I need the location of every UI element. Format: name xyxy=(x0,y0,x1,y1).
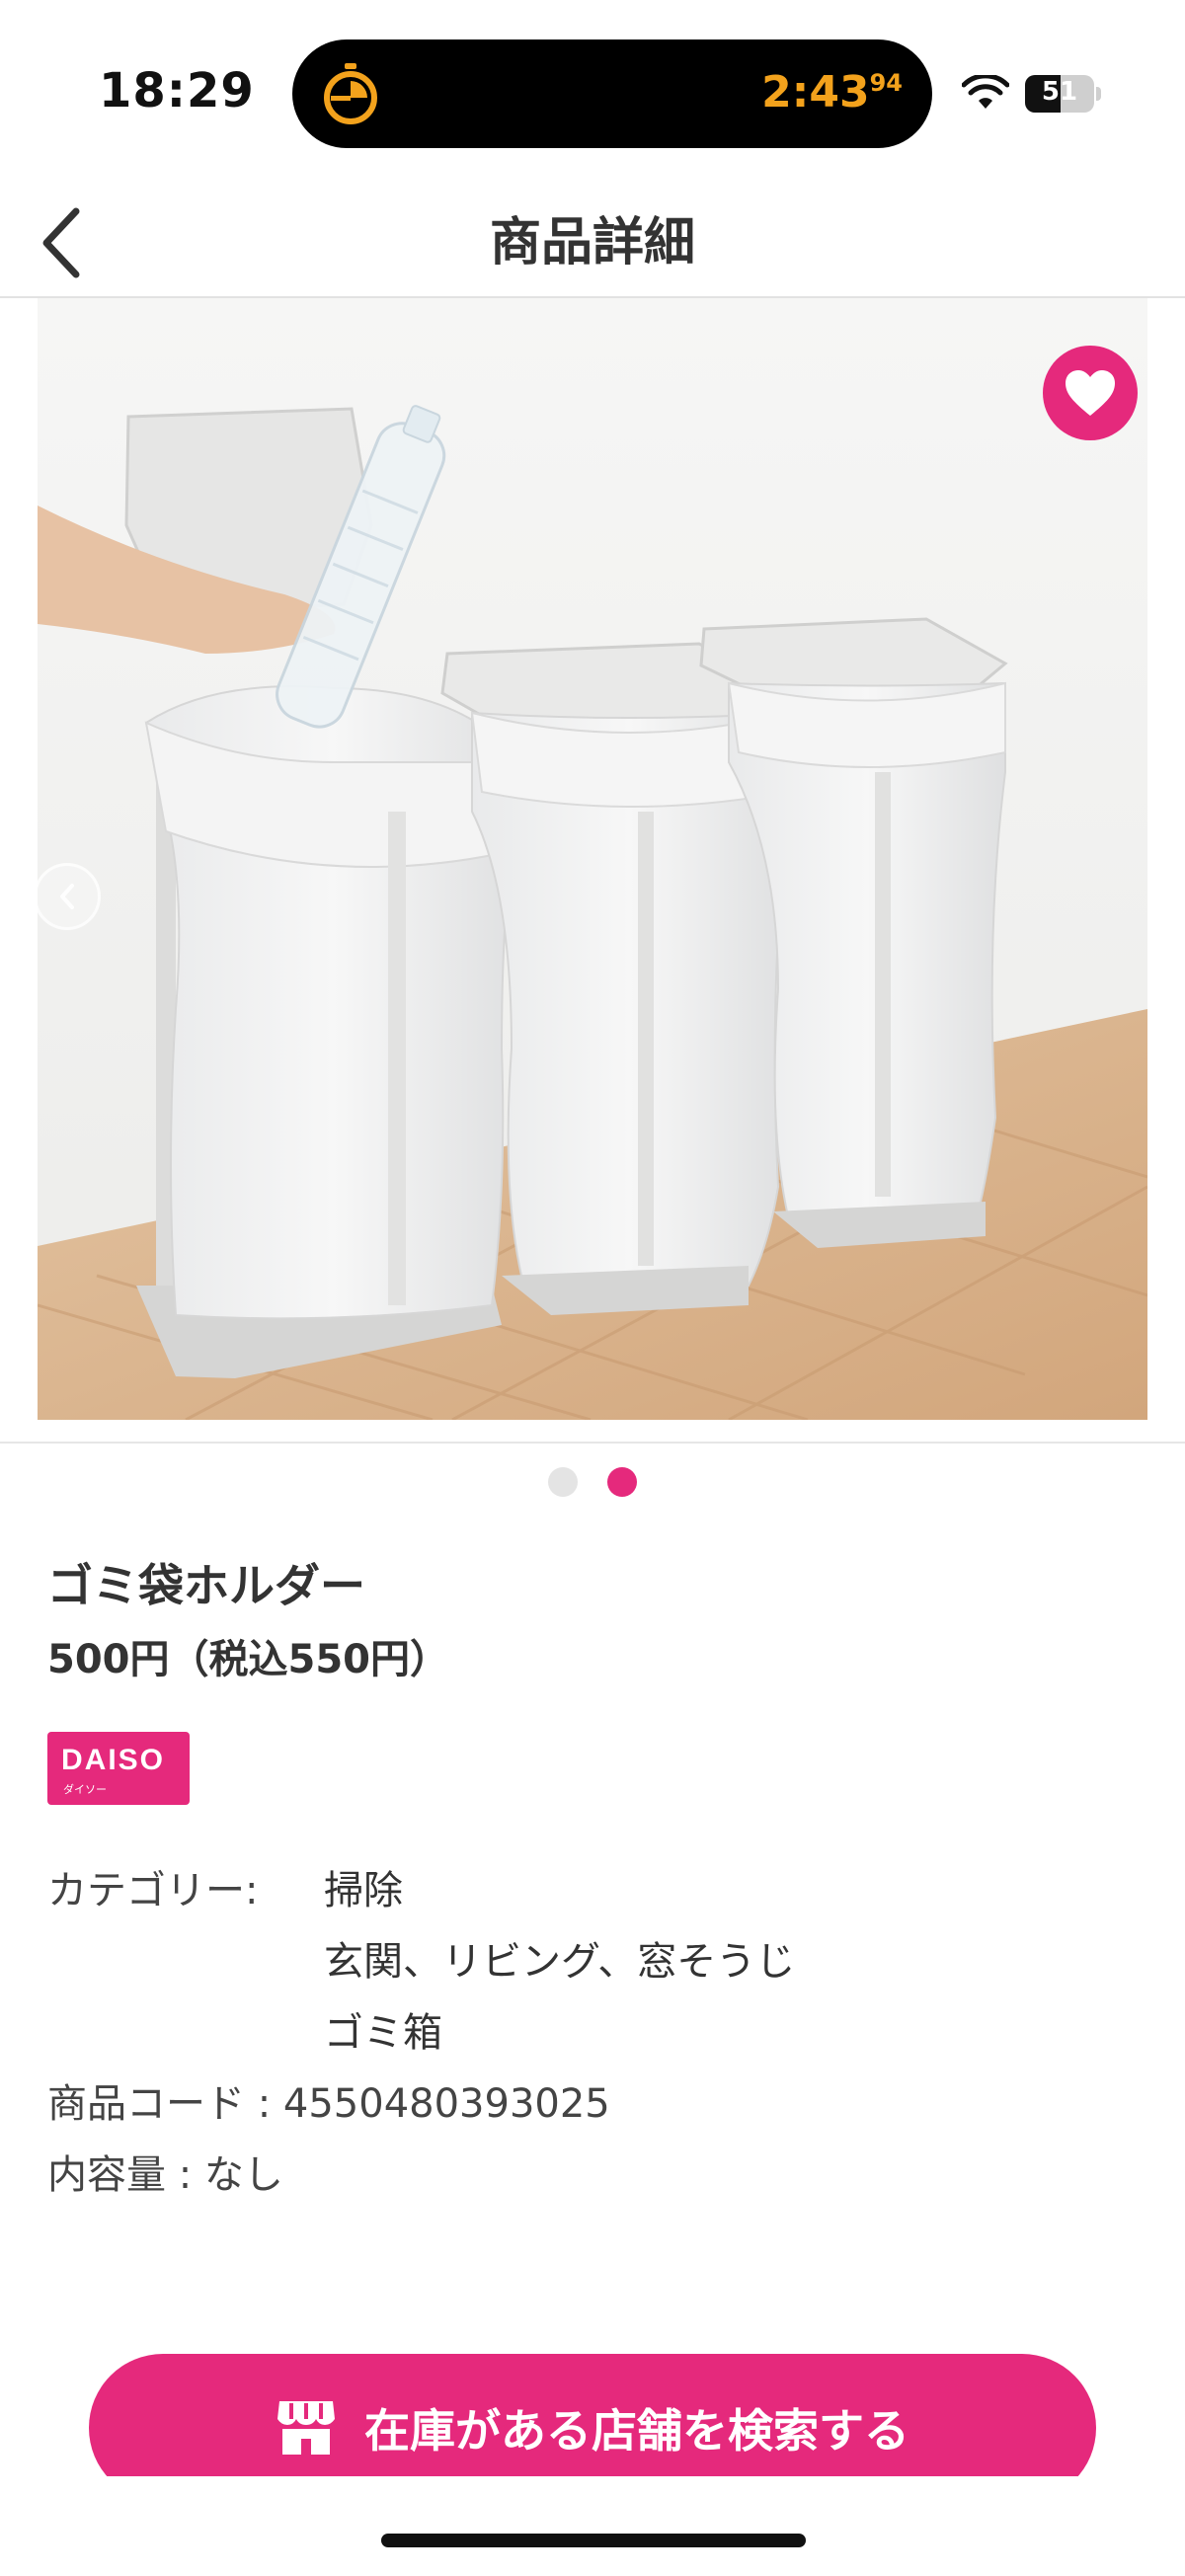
battery-indicator: 51 xyxy=(1025,75,1101,113)
page-title: 商品詳細 xyxy=(489,213,695,273)
trash-bag-holder-photo xyxy=(38,298,1147,1420)
store-icon xyxy=(277,2401,335,2455)
product-name: ゴミ袋ホルダー xyxy=(47,1559,365,1612)
stopwatch-icon xyxy=(324,63,377,124)
find-store-label: 在庫がある店舗を検索する xyxy=(364,2404,909,2458)
dynamic-island[interactable]: 2:4394 xyxy=(292,39,932,148)
previous-image-button[interactable] xyxy=(34,863,101,930)
brand-logo-subtext: ダイソー xyxy=(63,1783,107,1796)
battery-level: 51 xyxy=(1041,77,1078,107)
wifi-icon xyxy=(962,75,1009,109)
brand-logo-text: DAISO xyxy=(61,1744,166,1776)
product-code: 商品コード : 4550480393025 xyxy=(47,2081,610,2127)
navigation-bar: 商品詳細 xyxy=(0,188,1185,298)
category-value[interactable]: 掃除 xyxy=(324,1858,403,1915)
brand-logo: DAISO ダイソー xyxy=(47,1732,190,1805)
carousel-dot[interactable] xyxy=(548,1467,578,1497)
divider xyxy=(0,1442,1185,1444)
chevron-left-icon xyxy=(42,207,80,278)
heart-icon xyxy=(1066,370,1115,416)
category-value[interactable]: ゴミ箱 xyxy=(324,2000,442,2058)
back-button[interactable] xyxy=(16,188,105,298)
timer-readout: 2:4394 xyxy=(761,67,903,117)
home-indicator[interactable] xyxy=(381,2534,806,2547)
status-bar: 18:29 2:4394 51 xyxy=(0,0,1185,188)
carousel-pagination xyxy=(0,1467,1185,1499)
chevron-left-icon xyxy=(60,884,74,909)
product-content: 内容量 : なし xyxy=(47,2152,283,2198)
category-value[interactable]: 玄関、リビング、窓そうじ xyxy=(324,1929,795,1987)
carousel-dot-active[interactable] xyxy=(607,1467,637,1497)
status-time: 18:29 xyxy=(99,63,255,118)
product-price: 500円（税込550円） xyxy=(47,1637,449,1682)
product-image[interactable] xyxy=(38,298,1147,1420)
favorite-button[interactable] xyxy=(1043,346,1138,440)
bottom-safe-area xyxy=(0,2476,1185,2576)
category-label: カテゴリー: xyxy=(47,1868,259,1913)
